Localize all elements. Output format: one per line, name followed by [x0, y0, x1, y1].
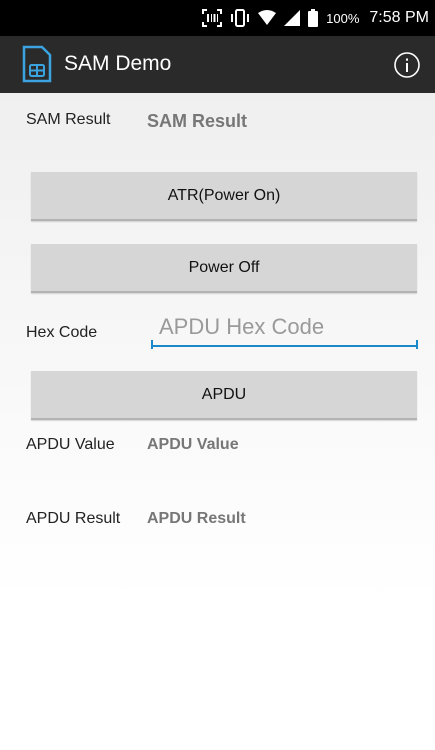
- hex-code-label: Hex Code: [26, 324, 98, 341]
- info-icon[interactable]: [393, 51, 421, 79]
- app-bar: SAM Demo: [0, 36, 435, 93]
- status-bar: 100% 7:58 PM: [0, 0, 435, 36]
- status-icons: 100% 7:58 PM: [202, 0, 429, 36]
- sam-result-value: SAM Result: [147, 111, 248, 131]
- vibrate-icon: [230, 9, 250, 27]
- apdu-value-text: APDU Value: [147, 436, 239, 453]
- app-title: SAM Demo: [64, 52, 172, 75]
- input-underline-right-cap: [416, 340, 418, 349]
- apdu-button[interactable]: APDU: [31, 371, 417, 420]
- input-underline-left-cap: [151, 340, 153, 349]
- scanner-icon: [202, 9, 223, 27]
- apdu-result-text: APDU Result: [147, 510, 246, 527]
- apdu-value-label: APDU Value: [26, 436, 115, 453]
- sim-card-icon: [22, 45, 52, 83]
- clock: 7:58 PM: [369, 9, 429, 26]
- atr-power-on-button[interactable]: ATR(Power On): [31, 172, 417, 221]
- cell-signal-icon: [284, 10, 301, 26]
- apdu-result-label: APDU Result: [26, 510, 121, 527]
- battery-icon: [308, 9, 319, 27]
- hex-code-input[interactable]: [151, 309, 418, 347]
- power-off-button[interactable]: Power Off: [31, 244, 417, 293]
- battery-percent: 100%: [326, 10, 360, 26]
- wifi-icon: [258, 10, 277, 26]
- sam-result-label: SAM Result: [26, 111, 111, 128]
